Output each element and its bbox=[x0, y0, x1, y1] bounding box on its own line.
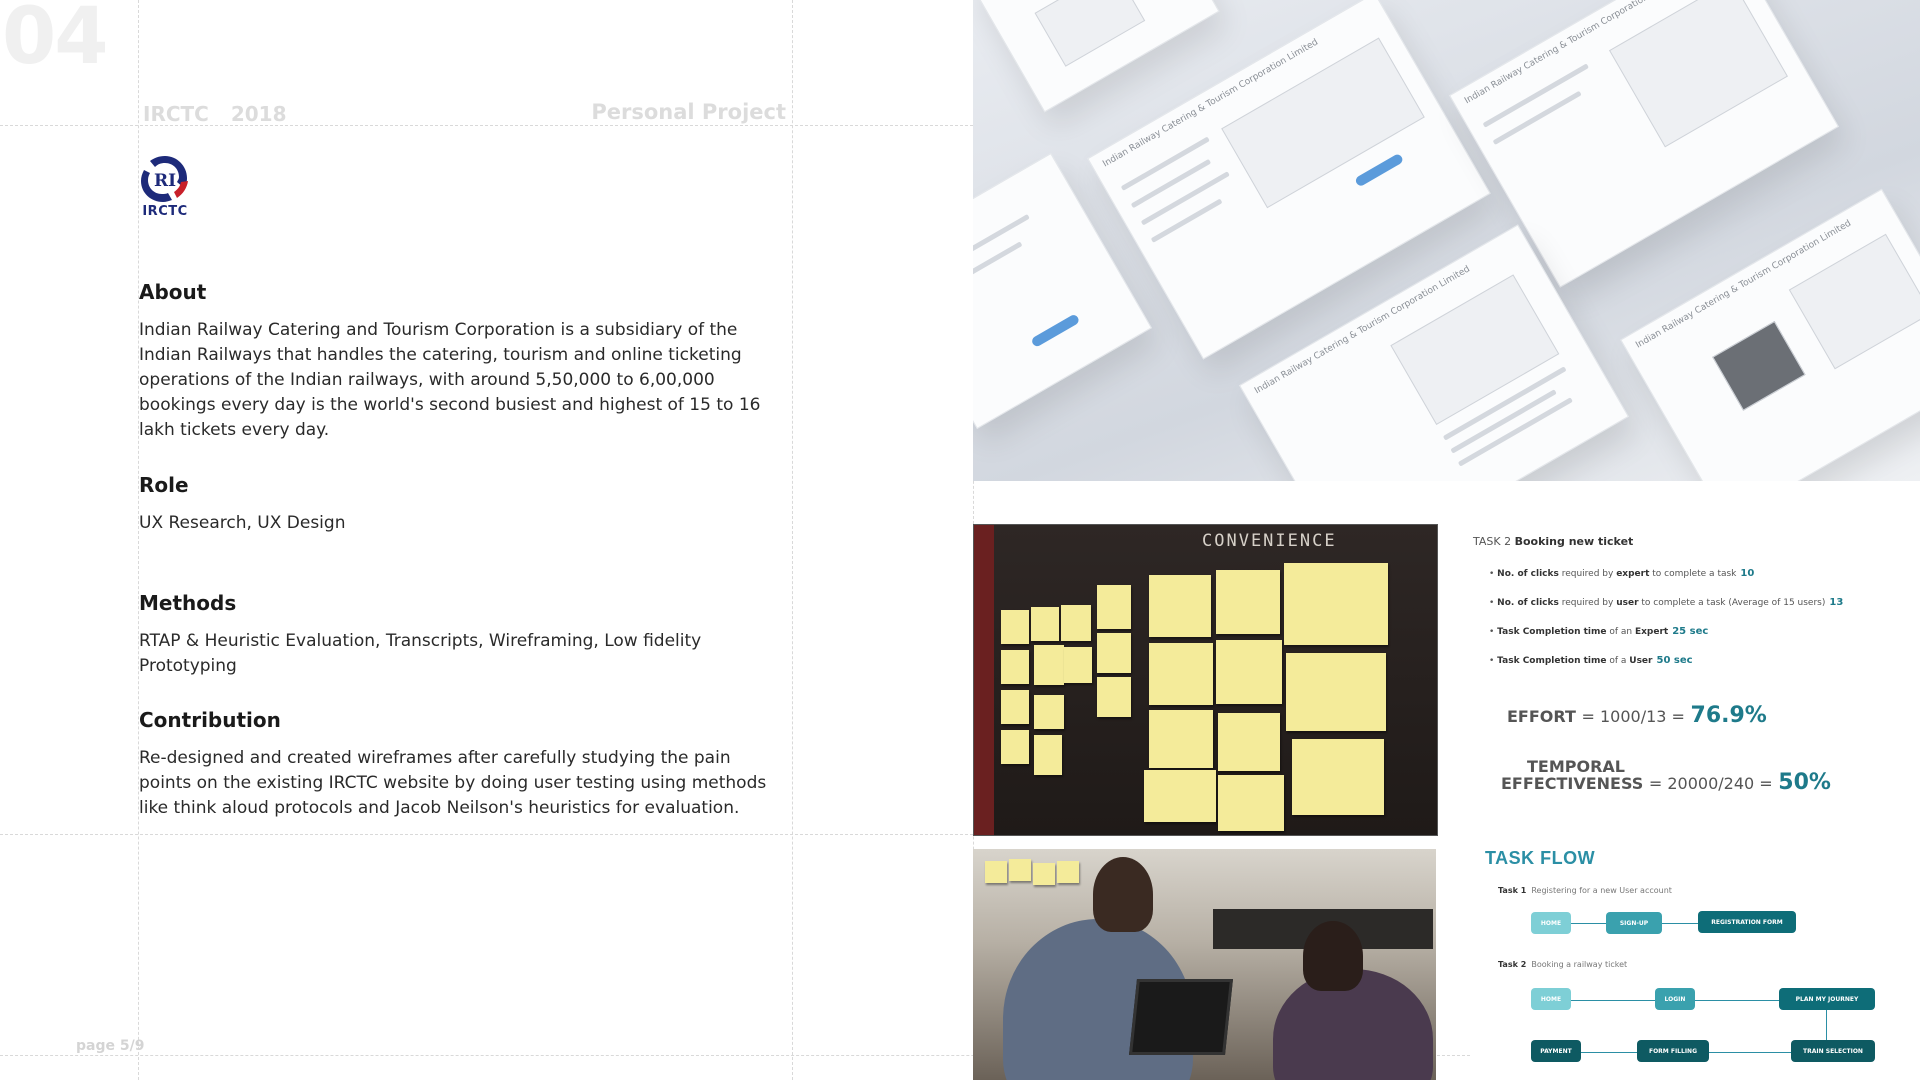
sticky-note bbox=[1033, 863, 1055, 885]
board-edge bbox=[974, 525, 994, 835]
sticky-note bbox=[1034, 735, 1062, 775]
methods-text: RTAP & Heuristic Evaluation, Transcripts… bbox=[139, 631, 702, 676]
metric-row: • Task Completion time of an Expert 25 se… bbox=[1489, 626, 1709, 637]
effort-result: 76.9% bbox=[1690, 703, 1767, 728]
wireframes-image: Indian Railway Catering & Tourism Corpor… bbox=[973, 0, 1920, 481]
irctc-logo: RI IRCTC bbox=[137, 152, 193, 222]
sticky-note bbox=[1216, 640, 1282, 704]
flow-node-registration: Registration form bbox=[1698, 911, 1796, 933]
task2-label: Task 2 Booking a railway ticket bbox=[1498, 960, 1628, 969]
wireframe-line bbox=[973, 241, 1023, 296]
sticky-note bbox=[1001, 730, 1029, 764]
sticky-note bbox=[1061, 605, 1091, 641]
person-head bbox=[1093, 857, 1153, 932]
task-flow-diagram: TASK FLOW Task 1 Registering for a new U… bbox=[1473, 848, 1920, 1080]
sticky-note bbox=[1286, 653, 1386, 731]
user-testing-photo bbox=[973, 849, 1436, 1080]
wireframe-sheet: Indian Railway Catering & Tourism Corpor… bbox=[1620, 188, 1920, 481]
wireframe-line bbox=[1150, 198, 1223, 243]
wireframe-dropdown bbox=[1712, 321, 1806, 411]
sticky-note bbox=[985, 861, 1007, 883]
guide-line bbox=[0, 834, 973, 835]
effort-formula: EFFORT = 1000/13 = 76.9% bbox=[1507, 703, 1767, 728]
svg-text:RI: RI bbox=[154, 171, 176, 191]
metric-value: 10 bbox=[1740, 568, 1755, 579]
logo-text: IRCTC bbox=[142, 204, 188, 219]
flow-node-home: Home bbox=[1531, 988, 1571, 1010]
flow-node-plan-journey: Plan my journey bbox=[1779, 988, 1875, 1010]
wireframe-table bbox=[1221, 37, 1425, 209]
sticky-note bbox=[1034, 695, 1064, 729]
metric-value: 25 sec bbox=[1672, 626, 1709, 637]
wireframe-line bbox=[1130, 158, 1212, 209]
sticky-note bbox=[1001, 690, 1029, 724]
sticky-note bbox=[1097, 677, 1131, 717]
metrics-task: TASK 2 Booking new ticket bbox=[1473, 535, 1893, 548]
sticky-note bbox=[1284, 563, 1388, 645]
flow-node-train-selection: Train selection bbox=[1791, 1040, 1875, 1062]
task-name: Booking new ticket bbox=[1514, 535, 1634, 548]
irctc-logo-icon: RI bbox=[141, 156, 188, 202]
person-head bbox=[1303, 921, 1363, 991]
flow-node-login: Login bbox=[1655, 988, 1695, 1010]
sticky-note bbox=[1001, 650, 1029, 684]
wireframe-sheet bbox=[973, 0, 1220, 113]
sticky-note bbox=[1009, 859, 1031, 881]
sticky-note bbox=[1216, 570, 1280, 634]
about-text: Indian Railway Catering and Tourism Corp… bbox=[139, 320, 761, 440]
metric-value: 50 sec bbox=[1656, 655, 1693, 666]
temporal-formula: TEMPORAL EFFECTIVENESS = 20000/240 = 50% bbox=[1501, 757, 1831, 795]
contribution-heading: Contribution bbox=[139, 708, 281, 732]
affinity-board-photo: CONVENIENCE bbox=[973, 524, 1438, 836]
sticky-note bbox=[1057, 861, 1079, 883]
wireframe-button bbox=[1030, 313, 1081, 348]
wireframe-image-box bbox=[1609, 0, 1788, 148]
role-text: UX Research, UX Design bbox=[139, 513, 346, 533]
metric-value: 13 bbox=[1829, 597, 1844, 608]
flow-node-payment: Payment bbox=[1531, 1040, 1581, 1062]
methods-heading: Methods bbox=[139, 591, 237, 615]
wireframe-line bbox=[1492, 90, 1582, 146]
task-prefix: TASK 2 bbox=[1473, 535, 1512, 548]
page-indicator: page 5/9 bbox=[76, 1038, 145, 1054]
sticky-note bbox=[1031, 607, 1059, 641]
flow-node-form-filling: Form filling bbox=[1637, 1040, 1709, 1062]
wireframe-image-box bbox=[1788, 233, 1920, 370]
temporal-result: 50% bbox=[1778, 770, 1831, 795]
sticky-note bbox=[1097, 585, 1131, 629]
sticky-note bbox=[1097, 633, 1131, 673]
project-header: IRCTC 2018 bbox=[143, 102, 287, 126]
sticky-note bbox=[1149, 643, 1213, 705]
flow-node-signup: Sign-up bbox=[1606, 912, 1662, 934]
sticky-note bbox=[1149, 575, 1211, 637]
sticky-note bbox=[1218, 775, 1284, 831]
role-heading: Role bbox=[139, 473, 189, 497]
sticky-note bbox=[1149, 710, 1213, 768]
task1-label: Task 1 Registering for a new User accoun… bbox=[1498, 886, 1672, 895]
task-flow-title: TASK FLOW bbox=[1485, 848, 1596, 868]
flow-node-home: Home bbox=[1531, 912, 1571, 934]
sticky-note bbox=[1001, 610, 1029, 644]
sticky-note bbox=[1034, 645, 1064, 685]
wireframe-line bbox=[1457, 397, 1573, 467]
board-title: CONVENIENCE bbox=[1202, 531, 1337, 551]
sticky-note bbox=[1292, 739, 1384, 815]
about-heading: About bbox=[139, 280, 207, 304]
metric-row: • Task Completion time of a User 50 sec bbox=[1489, 655, 1693, 666]
sticky-note bbox=[1144, 770, 1216, 822]
project-year: 2018 bbox=[230, 102, 287, 126]
sticky-note bbox=[1064, 647, 1092, 683]
metric-row: • No. of clicks required by user to comp… bbox=[1489, 597, 1844, 608]
wireframe-button bbox=[1354, 152, 1405, 188]
project-type: Personal Project bbox=[591, 100, 786, 124]
sticky-note bbox=[1218, 713, 1280, 771]
slide-number: 04 bbox=[2, 0, 109, 82]
guide-line bbox=[792, 0, 793, 1080]
wireframe-image-box bbox=[1034, 0, 1146, 67]
contribution-text: Re-designed and created wireframes after… bbox=[139, 748, 767, 818]
project-name: IRCTC bbox=[143, 102, 209, 126]
usability-metrics: TASK 2 Booking new ticket • No. of click… bbox=[1473, 535, 1893, 794]
metric-row: • No. of clicks required by expert to co… bbox=[1489, 568, 1755, 579]
laptop bbox=[1129, 979, 1233, 1055]
